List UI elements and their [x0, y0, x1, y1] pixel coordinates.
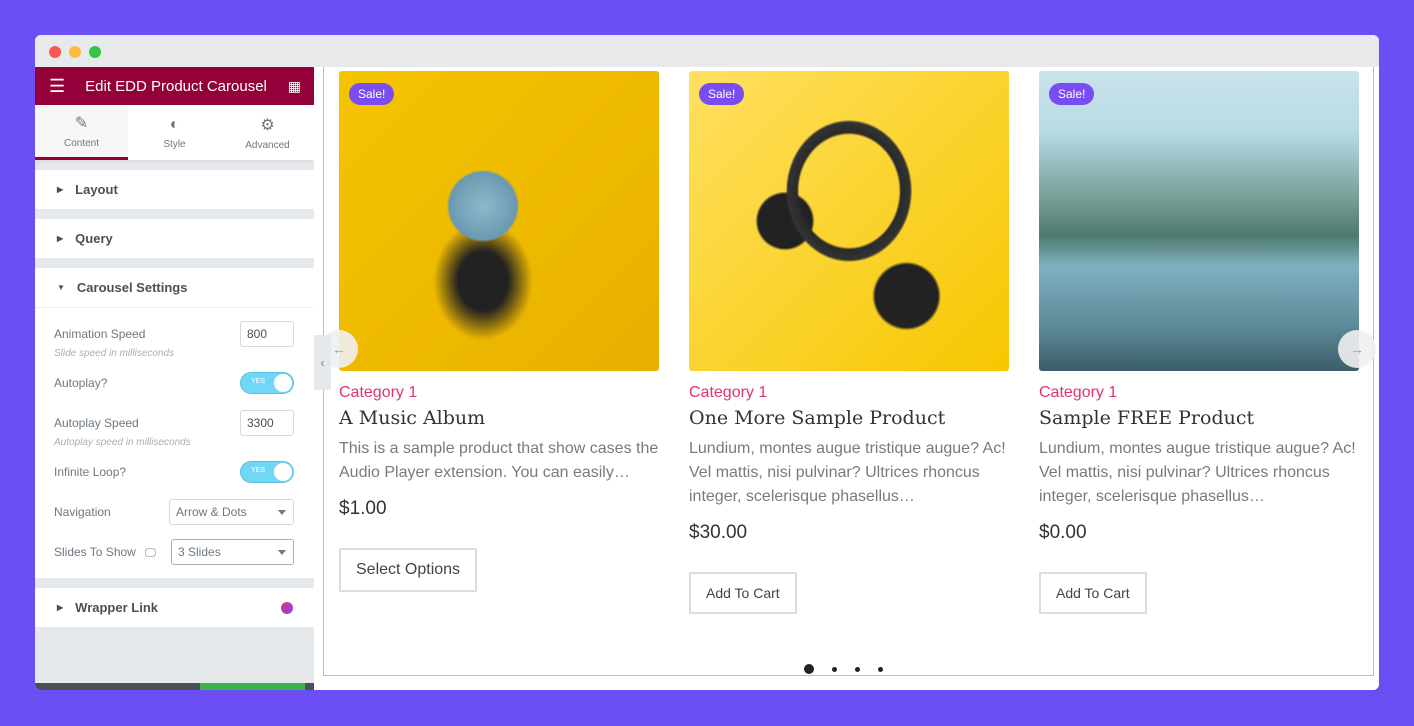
- field-label: Slides To Show: [54, 544, 136, 559]
- arrow-right-icon: →: [1350, 341, 1364, 357]
- maximize-window-button[interactable]: [89, 46, 101, 58]
- select-options-button[interactable]: Select Options: [339, 548, 478, 592]
- field-label: Autoplay?: [54, 376, 108, 390]
- desktop-icon[interactable]: 🖵: [145, 547, 156, 559]
- carousel-dot[interactable]: [855, 666, 860, 672]
- caret-right-icon: ▶: [57, 234, 64, 243]
- hamburger-menu-icon[interactable]: ☰: [49, 76, 65, 97]
- field-hint: Autoplay speed in milliseconds: [54, 437, 191, 448]
- add-to-cart-button[interactable]: Add To Cart: [1039, 572, 1147, 614]
- gear-icon: ⚙: [260, 116, 275, 134]
- carousel-dot[interactable]: [878, 666, 883, 672]
- section-label: Layout: [75, 182, 118, 197]
- tab-content[interactable]: ✎ Content: [35, 105, 128, 160]
- browser-window: ☰ Edit EDD Product Carousel ▦ ✎ Content ◐…: [35, 35, 1379, 690]
- caret-right-icon: ▶: [57, 603, 64, 612]
- product-price: $1.00: [339, 498, 387, 519]
- section-label: Wrapper Link: [75, 600, 158, 615]
- editor-panel: ☰ Edit EDD Product Carousel ▦ ✎ Content ◐…: [35, 67, 314, 690]
- carousel-dot[interactable]: [832, 666, 837, 672]
- title-bar: [35, 35, 1379, 67]
- panel-tabs: ✎ Content ◐ Style ⚙ Advanced: [35, 105, 314, 160]
- panel-header: ☰ Edit EDD Product Carousel ▦: [35, 67, 314, 105]
- addon-logo-icon: [281, 601, 293, 614]
- product-description: This is a sample product that show cases…: [339, 440, 659, 481]
- field-hint: Slide speed in milliseconds: [54, 348, 175, 359]
- arrow-left-icon: ←: [332, 341, 346, 357]
- product-category[interactable]: Category 1: [339, 384, 659, 402]
- section-query[interactable]: ▶ Query: [35, 219, 314, 258]
- animation-speed-input[interactable]: 800: [240, 321, 294, 347]
- carousel-dot[interactable]: [804, 664, 814, 674]
- add-to-cart-button[interactable]: Add To Cart: [689, 572, 797, 614]
- product-price: $30.00: [689, 522, 748, 543]
- product-card: Sale! Category 1 Sample FREE Product Lun…: [1039, 71, 1359, 614]
- panel-footer: [35, 683, 314, 690]
- tab-label: Content: [63, 138, 100, 149]
- sale-badge: Sale!: [1049, 83, 1095, 105]
- product-image[interactable]: Sale!: [339, 71, 659, 371]
- field-label: Autoplay Speed: [54, 416, 139, 430]
- sale-badge: Sale!: [349, 83, 395, 105]
- sale-badge: Sale!: [699, 83, 745, 105]
- slides-to-show-select[interactable]: 3 Slides: [171, 539, 294, 565]
- product-description: Lundium, montes augue tristique augue? A…: [689, 440, 1006, 505]
- section-label: Query: [75, 231, 113, 246]
- preview-area: Sale! Category 1 A Music Album This is a…: [314, 67, 1379, 690]
- product-category[interactable]: Category 1: [1039, 384, 1359, 402]
- tab-advanced[interactable]: ⚙ Advanced: [221, 105, 314, 160]
- infinite-loop-toggle[interactable]: YES: [240, 461, 294, 483]
- field-label: Navigation: [54, 505, 111, 519]
- tab-label: Style: [163, 138, 186, 150]
- tab-style[interactable]: ◐ Style: [128, 105, 221, 160]
- product-image[interactable]: Sale!: [689, 71, 1009, 371]
- next-arrow-button[interactable]: →: [1338, 330, 1376, 368]
- product-title[interactable]: A Music Album: [339, 407, 659, 429]
- minimize-window-button[interactable]: [69, 46, 81, 58]
- caret-down-icon: ▼: [57, 283, 65, 292]
- pencil-icon: ✎: [74, 115, 89, 132]
- carousel-settings-body: Animation Speed 800 Slide speed in millis…: [35, 307, 314, 578]
- product-price: $0.00: [1039, 522, 1087, 543]
- caret-right-icon: ▶: [57, 185, 64, 194]
- widgets-grid-icon[interactable]: ▦: [288, 78, 301, 95]
- navigation-select[interactable]: Arrow & Dots: [169, 499, 294, 525]
- autoplay-toggle[interactable]: YES: [240, 372, 294, 394]
- product-card: Sale! Category 1 One More Sample Product…: [689, 71, 1009, 614]
- toggle-label: YES: [251, 467, 266, 474]
- update-button[interactable]: [200, 683, 305, 690]
- field-label: Infinite Loop?: [54, 465, 127, 479]
- product-image[interactable]: Sale!: [1039, 71, 1359, 371]
- section-wrapper-link[interactable]: ▶ Wrapper Link: [35, 588, 314, 627]
- close-window-button[interactable]: [49, 46, 61, 58]
- carousel-dots: [804, 664, 883, 674]
- contrast-icon: ◐: [169, 115, 180, 133]
- collapse-panel-button[interactable]: ‹: [314, 335, 331, 390]
- toggle-label: YES: [251, 378, 266, 385]
- product-title[interactable]: One More Sample Product: [689, 407, 1009, 429]
- autoplay-speed-input[interactable]: 3300: [240, 410, 294, 436]
- product-card: Sale! Category 1 A Music Album This is a…: [339, 71, 659, 592]
- product-title[interactable]: Sample FREE Product: [1039, 407, 1359, 429]
- panel-title: Edit EDD Product Carousel: [85, 77, 267, 95]
- product-category[interactable]: Category 1: [689, 384, 1009, 402]
- section-label: Carousel Settings: [76, 280, 188, 295]
- field-label: Animation Speed: [54, 327, 146, 341]
- tab-label: Advanced: [245, 139, 290, 151]
- section-carousel-settings[interactable]: ▼ Carousel Settings: [35, 268, 314, 307]
- product-description: Lundium, montes augue tristique augue? A…: [1039, 440, 1356, 505]
- section-layout[interactable]: ▶ Layout: [35, 170, 314, 209]
